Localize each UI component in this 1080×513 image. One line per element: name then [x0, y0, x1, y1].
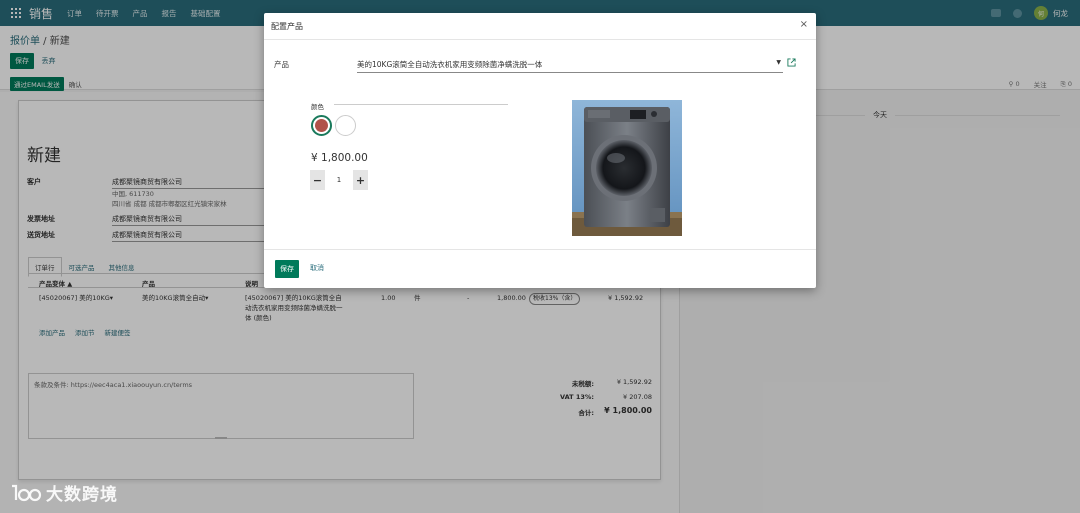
- dialog-header: 配置产品: [264, 13, 816, 40]
- product-image: [572, 100, 682, 236]
- dialog-footer: 保存 取消: [264, 249, 816, 288]
- dialog-cancel-button[interactable]: 取消: [305, 260, 329, 276]
- watermark-logo-icon: [12, 484, 42, 501]
- swatch-fill-white: [338, 118, 351, 131]
- color-swatch-white[interactable]: [335, 115, 356, 136]
- decrease-quantity-button[interactable]: −: [310, 170, 325, 190]
- external-link-icon[interactable]: [787, 58, 796, 67]
- configure-product-dialog: 配置产品 × 产品 美的10KG滚筒全自动洗衣机家用变频除菌净螨洗脱一体 ▼ 颜…: [264, 13, 816, 288]
- close-icon[interactable]: ×: [800, 19, 808, 30]
- attribute-divider: [334, 104, 508, 105]
- product-label: 产品: [274, 60, 289, 69]
- chevron-down-icon[interactable]: ▼: [776, 59, 781, 66]
- product-price: ¥ 1,800.00: [311, 152, 368, 164]
- watermark-text: 大数跨境: [46, 485, 118, 505]
- quantity-input[interactable]: 1: [325, 170, 353, 190]
- color-swatch-red[interactable]: [311, 115, 332, 136]
- increase-quantity-button[interactable]: +: [353, 170, 368, 190]
- swatch-fill-red: [315, 119, 328, 132]
- quantity-stepper: − 1 +: [310, 170, 368, 190]
- dialog-title: 配置产品: [271, 21, 303, 31]
- product-select[interactable]: 美的10KG滚筒全自动洗衣机家用变频除菌净螨洗脱一体 ▼: [357, 59, 783, 73]
- dialog-save-button[interactable]: 保存: [275, 260, 299, 278]
- product-select-value: 美的10KG滚筒全自动洗衣机家用变频除菌净螨洗脱一体: [357, 60, 543, 69]
- color-attribute-label: 颜色: [311, 103, 324, 111]
- watermark: 大数跨境: [10, 480, 118, 505]
